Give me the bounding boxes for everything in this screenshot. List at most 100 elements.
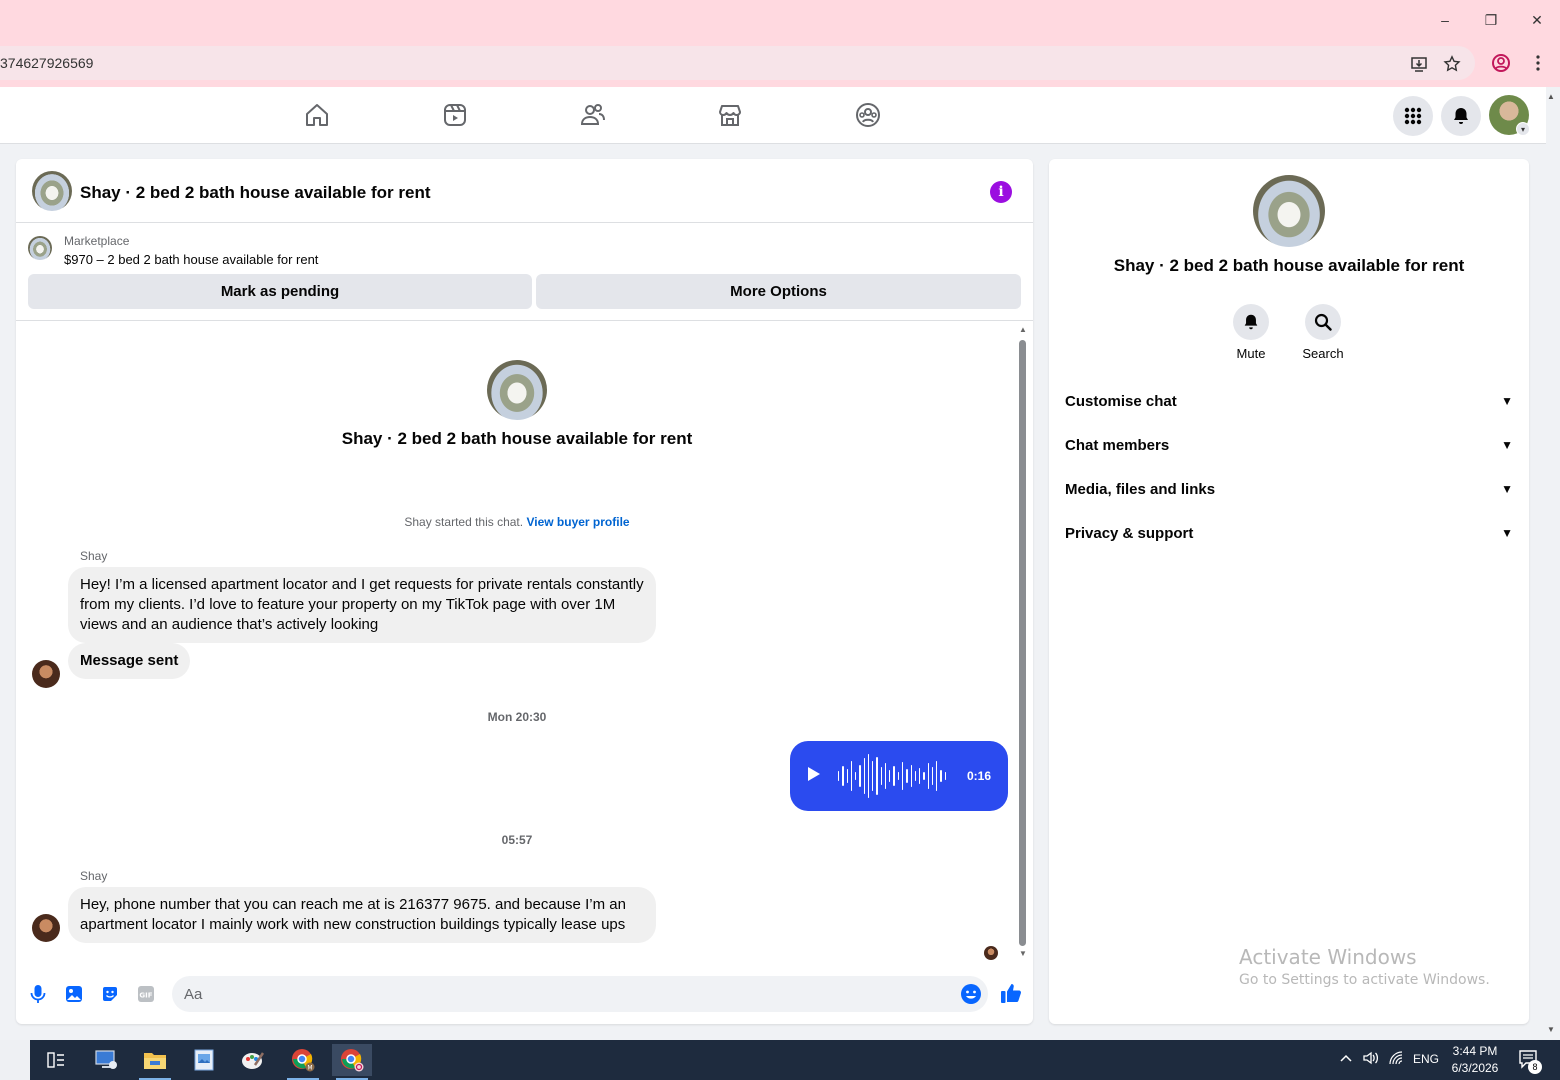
bell-icon[interactable] <box>1233 304 1269 340</box>
url-text: 374627926569 <box>0 55 94 71</box>
volume-icon[interactable] <box>1362 1050 1380 1069</box>
address-bar[interactable]: 374627926569 <box>0 46 1475 80</box>
listing-thumbnail[interactable] <box>28 236 52 260</box>
info-avatar <box>1253 175 1325 247</box>
remote-desktop-icon[interactable] <box>86 1044 126 1076</box>
chat-info-panel: Shay · 2 bed 2 bath house available for … <box>1049 159 1529 1024</box>
page-scroll-down-arrow[interactable]: ▼ <box>1547 1025 1559 1035</box>
bookmark-star-icon[interactable] <box>1442 54 1462 74</box>
view-buyer-profile-link[interactable]: View buyer profile <box>526 515 629 529</box>
notification-count-badge: 8 <box>1528 1060 1542 1074</box>
timestamp: 05:57 <box>501 833 533 847</box>
listing-avatar[interactable] <box>32 171 72 211</box>
page-scroll-up-arrow[interactable]: ▲ <box>1547 92 1559 102</box>
install-app-icon[interactable] <box>1409 54 1429 74</box>
chat-panel: Shay · 2 bed 2 bath house available for … <box>16 159 1033 1024</box>
search-action[interactable]: Search <box>1283 304 1363 361</box>
chevron-down-icon: ▼ <box>1501 438 1513 452</box>
timestamp: Mon 20:30 <box>487 710 547 724</box>
info-title: Shay · 2 bed 2 bath house available for … <box>1113 256 1465 275</box>
mark-as-pending-button[interactable]: Mark as pending <box>28 274 532 309</box>
gif-icon[interactable]: GIF <box>135 983 157 1005</box>
scroll-up-arrow[interactable]: ▲ <box>1018 325 1028 335</box>
section-label: Privacy & support <box>1065 524 1194 542</box>
language-indicator[interactable]: ENG <box>1413 1052 1439 1066</box>
clock-time: 3:44 PM <box>1452 1044 1498 1058</box>
media-files-links-section[interactable]: Media, files and links ▼ <box>1065 469 1513 509</box>
activate-windows-subtitle: Go to Settings to activate Windows. <box>1239 972 1490 988</box>
conversation-avatar <box>487 360 547 420</box>
profile-icon[interactable] <box>1491 53 1511 73</box>
mute-action[interactable]: Mute <box>1211 304 1291 361</box>
voice-message[interactable]: 0:16 <box>790 741 1008 811</box>
close-window-button[interactable]: ✕ <box>1525 8 1549 32</box>
scroll-down-arrow[interactable]: ▼ <box>1018 949 1028 959</box>
conversation-title: Shay · 2 bed 2 bath house available for … <box>341 429 693 448</box>
chrome-profile-m-icon[interactable]: M <box>283 1044 323 1080</box>
more-options-button[interactable]: More Options <box>536 274 1021 309</box>
bell-icon <box>1454 108 1468 124</box>
emoji-icon[interactable] <box>960 983 982 1005</box>
svg-text:M: M <box>307 1065 312 1072</box>
photo-icon[interactable] <box>63 983 85 1005</box>
svg-text:GIF: GIF <box>139 992 152 1000</box>
marketplace-icon[interactable] <box>716 101 744 129</box>
message-bubble[interactable]: Hey! I’m a licensed apartment locator an… <box>68 567 656 643</box>
paint-app-icon[interactable] <box>233 1044 273 1076</box>
started-text: Shay started this chat. <box>404 515 524 529</box>
info-icon[interactable]: i <box>990 181 1012 203</box>
audio-duration: 0:16 <box>967 769 992 783</box>
taskbar-clock[interactable]: 3:44 PM 6/3/2026 <box>1446 1043 1504 1077</box>
privacy-support-section[interactable]: Privacy & support ▼ <box>1065 513 1513 553</box>
chat-members-section[interactable]: Chat members ▼ <box>1065 425 1513 465</box>
minimize-button[interactable]: – <box>1433 8 1457 32</box>
sender-avatar[interactable] <box>32 660 60 688</box>
listing-title[interactable]: $970 – 2 bed 2 bath house available for … <box>64 252 318 267</box>
notifications-button[interactable] <box>1441 96 1481 136</box>
chat-start-notice: Shay started this chat. View buyer profi… <box>16 515 1018 529</box>
thumbs-up-icon[interactable] <box>999 981 1023 1005</box>
restore-button[interactable]: ❐ <box>1479 8 1503 32</box>
sticker-icon[interactable] <box>99 983 121 1005</box>
mute-label: Mute <box>1236 346 1266 361</box>
section-label: Chat members <box>1065 436 1170 454</box>
customise-chat-section[interactable]: Customise chat ▼ <box>1065 381 1513 421</box>
chat-title[interactable]: Shay · 2 bed 2 bath house available for … <box>80 183 430 203</box>
clock-date: 6/3/2026 <box>1451 1061 1499 1075</box>
search-icon[interactable] <box>1305 304 1341 340</box>
waveform <box>838 753 946 799</box>
search-label: Search <box>1302 346 1344 361</box>
menu-grid-button[interactable] <box>1393 96 1433 136</box>
chevron-down-icon: ▼ <box>1501 482 1513 496</box>
home-icon[interactable] <box>303 101 331 129</box>
chat-scrollbar[interactable] <box>1019 340 1026 946</box>
wifi-icon[interactable] <box>1388 1050 1406 1069</box>
message-sender: Shay <box>80 869 108 883</box>
message-bubble[interactable]: Message sent <box>68 643 191 679</box>
browser-titlebar: – ❐ ✕ <box>0 0 1560 40</box>
microphone-icon[interactable] <box>27 983 49 1005</box>
chrome-profile-active-icon[interactable] <box>332 1044 372 1080</box>
file-explorer-icon[interactable] <box>135 1044 175 1080</box>
grid-icon <box>1404 107 1422 125</box>
activate-windows-title: Activate Windows <box>1239 945 1417 969</box>
start-area[interactable] <box>0 1040 30 1080</box>
friends-icon[interactable] <box>579 101 607 129</box>
chevron-down-icon[interactable]: ▾ <box>1516 122 1530 136</box>
message-input[interactable] <box>184 976 944 1012</box>
sender-avatar[interactable] <box>32 914 60 942</box>
groups-icon[interactable] <box>854 101 882 129</box>
read-receipt-avatar <box>984 946 998 960</box>
browser-menu-icon[interactable] <box>1528 53 1548 73</box>
divider <box>16 320 1033 321</box>
show-hidden-icons-icon[interactable] <box>1338 1050 1354 1069</box>
video-icon[interactable] <box>441 101 469 129</box>
chevron-down-icon: ▼ <box>1501 526 1513 540</box>
message-bubble[interactable]: Hey, phone number that you can reach me … <box>68 887 656 943</box>
chevron-down-icon: ▼ <box>1501 394 1513 408</box>
task-view-icon[interactable] <box>36 1044 76 1076</box>
photos-app-icon[interactable] <box>184 1044 224 1076</box>
play-icon[interactable] <box>808 767 820 781</box>
browser-toolbar: 374627926569 <box>0 40 1560 87</box>
message-composer[interactable] <box>172 976 988 1012</box>
